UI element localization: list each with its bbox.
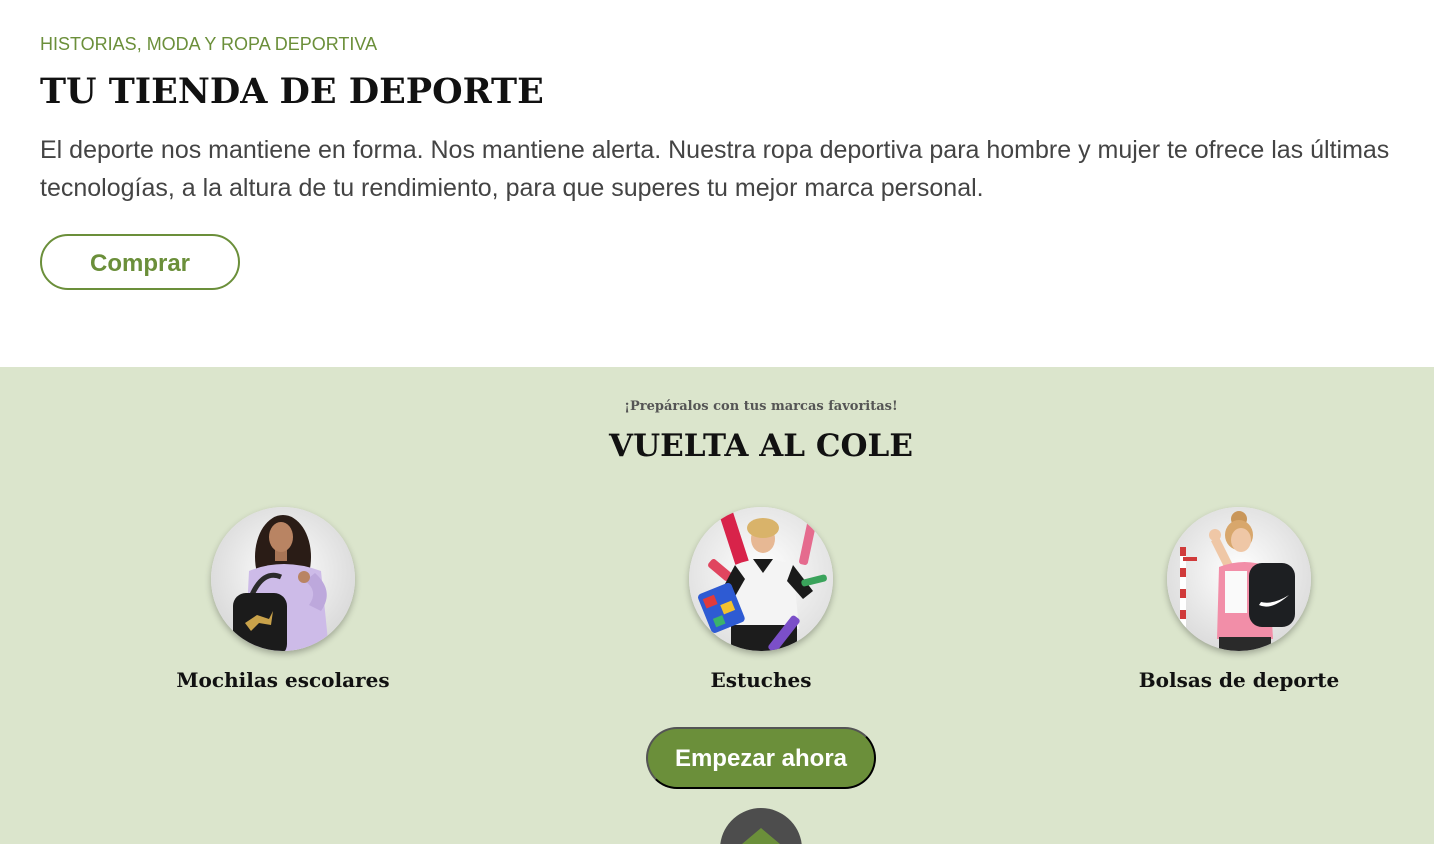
dark-pants <box>1219 637 1271 651</box>
category-label[interactable]: Mochilas escolares <box>133 666 433 694</box>
hand <box>1209 529 1221 541</box>
scroll-to-top-button[interactable] <box>720 808 802 844</box>
hero-description: El deporte nos mantiene en forma. Nos ma… <box>40 136 1390 202</box>
empezar-ahora-button[interactable]: Empezar ahora <box>646 727 876 789</box>
back-to-school-section: ¡Prepáralos con tus marcas favoritas! VU… <box>0 367 1434 844</box>
black-backpack <box>1249 563 1295 627</box>
category-estuches[interactable]: Estuches <box>611 507 911 697</box>
woman-with-sports-backpack-photo[interactable] <box>1167 507 1311 651</box>
category-mochilas-escolares[interactable]: Mochilas escolares <box>133 507 433 697</box>
photo-illustration <box>1167 507 1311 651</box>
boy-with-pencil-case-photo[interactable] <box>689 507 833 651</box>
category-bolsas-de-deporte[interactable]: Bolsas de deporte <box>1089 507 1389 697</box>
photo-illustration <box>211 507 355 651</box>
comprar-button[interactable]: Comprar <box>40 234 240 290</box>
blond-hair <box>747 518 779 538</box>
scroll-to-top-graphic <box>720 808 802 844</box>
photo-illustration <box>689 507 833 651</box>
face <box>1231 528 1251 552</box>
hero-title: TU TIENDA DE DEPORTE <box>40 71 544 112</box>
face <box>269 522 293 552</box>
category-label[interactable]: Bolsas de deporte <box>1089 666 1389 694</box>
hero-section: HISTORIAS, MODA Y ROPA DEPORTIVA TU TIEN… <box>0 0 1434 367</box>
section-kicker: ¡Prepáralos con tus marcas favoritas! <box>624 399 898 414</box>
hero-eyebrow: HISTORIAS, MODA Y ROPA DEPORTIVA <box>40 34 378 54</box>
hand <box>298 571 310 583</box>
section-title: VUELTA AL COLE <box>609 428 913 464</box>
category-label[interactable]: Estuches <box>611 666 911 694</box>
girl-with-backpack-photo[interactable] <box>211 507 355 651</box>
white-top-panel <box>1225 571 1247 613</box>
